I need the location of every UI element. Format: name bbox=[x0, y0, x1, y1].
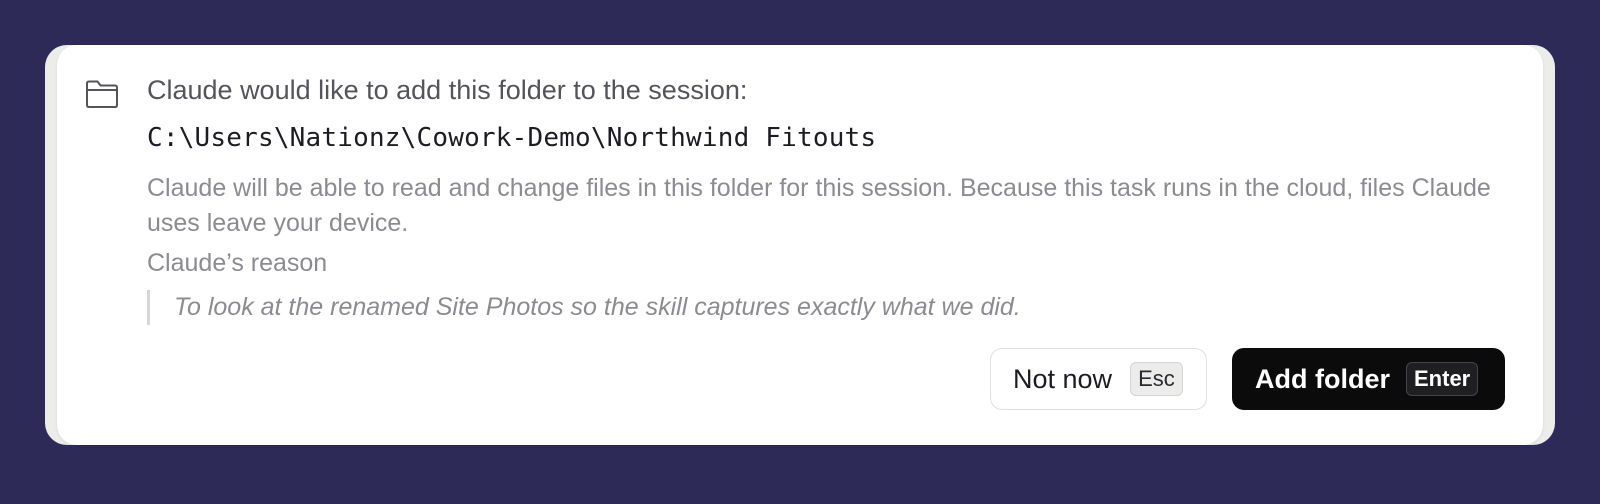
reason-label: Claude’s reason bbox=[147, 249, 328, 277]
dialog-content: Claude would like to add this folder to … bbox=[147, 71, 1503, 325]
permission-dialog: Claude would like to add this folder to … bbox=[45, 45, 1555, 445]
enter-shortcut-badge: Enter bbox=[1406, 362, 1479, 396]
not-now-label: Not now bbox=[1013, 363, 1113, 394]
folder-path: C:\Users\Nationz\Cowork-Demo\Northwind F… bbox=[147, 123, 877, 153]
dialog-description: Claude will be able to read and change f… bbox=[147, 174, 1491, 237]
esc-shortcut-badge: Esc bbox=[1130, 362, 1183, 396]
reason-quote: To look at the renamed Site Photos so th… bbox=[147, 290, 1503, 325]
add-folder-button[interactable]: Add folder Enter bbox=[1232, 348, 1505, 410]
dialog-headline: Claude would like to add this folder to … bbox=[147, 75, 748, 105]
folder-icon bbox=[85, 79, 119, 109]
dialog-card: Claude would like to add this folder to … bbox=[57, 45, 1543, 445]
not-now-button[interactable]: Not now Esc bbox=[990, 348, 1207, 410]
add-folder-label: Add folder bbox=[1255, 363, 1390, 394]
